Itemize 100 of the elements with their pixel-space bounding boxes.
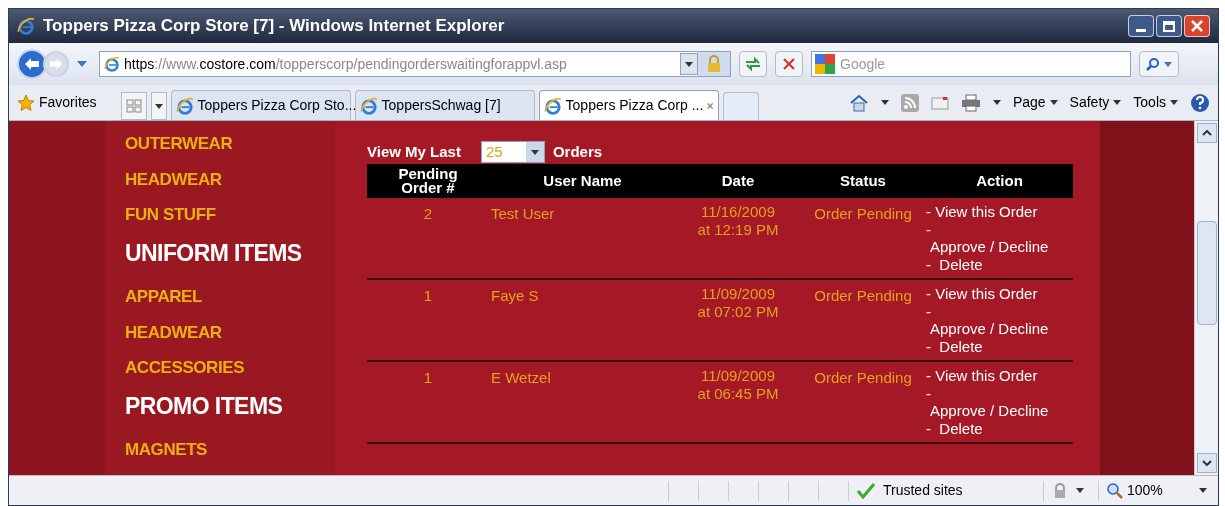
rss-feed-icon[interactable] <box>900 93 919 112</box>
sidebar-link[interactable]: HEADWEAR <box>125 166 335 192</box>
column-header: Status <box>839 171 887 191</box>
sidebar-heading: PROMO ITEMS <box>125 391 284 421</box>
table-cell: 11/09/2009 <box>701 285 775 303</box>
caret-icon <box>992 100 1001 105</box>
sidebar-link[interactable]: APPAREL <box>125 284 335 310</box>
scrollbar[interactable] <box>1194 121 1218 475</box>
maximize-button[interactable] <box>1156 15 1182 37</box>
table-cell: 11/16/2009 <box>701 203 775 221</box>
action-link[interactable]: - <box>926 384 931 402</box>
forward-arrow-icon <box>49 58 63 70</box>
caret-icon <box>154 103 163 109</box>
search-button[interactable] <box>1139 51 1179 77</box>
tab-list-button[interactable] <box>150 92 167 120</box>
action-link[interactable]: - Delete <box>926 337 983 355</box>
help-icon[interactable] <box>1190 92 1210 113</box>
action-link[interactable]: - View this Order <box>926 285 1038 303</box>
filter-label: Orders <box>552 141 603 162</box>
sidebar-link[interactable]: MAGNETS <box>125 437 335 463</box>
column-header: Pending Order # <box>397 164 459 198</box>
caret-icon <box>1199 488 1207 493</box>
action-link[interactable]: Approve / Decline <box>926 320 1049 338</box>
sidebar-link[interactable]: ACCESSORIES <box>125 355 335 381</box>
column-header: Date <box>720 171 756 191</box>
close-icon <box>1191 20 1203 32</box>
printer-icon[interactable] <box>960 93 981 112</box>
table-cell-text: Order Pending <box>814 286 912 306</box>
minimize-button[interactable] <box>1128 15 1154 37</box>
refresh-arrows-icon <box>745 57 761 71</box>
command-menu-button[interactable]: Tools <box>1133 92 1178 113</box>
action-link[interactable]: - <box>926 302 931 320</box>
sidebar-link[interactable]: HEADWEAR <box>125 319 335 345</box>
table-cell-text: 1 <box>423 368 433 388</box>
table-cell-text: Faye S <box>491 286 539 306</box>
caret-icon <box>1164 61 1172 67</box>
magnifier-icon <box>1107 482 1123 499</box>
star-icon <box>17 93 35 112</box>
table-cell-text: E Wetzel <box>491 368 551 388</box>
close-button[interactable] <box>1184 15 1210 37</box>
checkmark-icon <box>857 482 875 499</box>
back-button[interactable] <box>17 49 47 79</box>
ie-logo-icon <box>17 17 35 35</box>
ie-logo-icon <box>175 96 194 115</box>
ie-logo-icon <box>543 96 562 115</box>
command-menu-button[interactable]: Safety <box>1069 92 1122 113</box>
zoom-button[interactable]: 100% <box>1098 480 1188 501</box>
favorites-button[interactable]: Favorites <box>39 92 97 113</box>
tab-label: Toppers Pizza Corp ... <box>565 96 704 115</box>
back-arrow-icon <box>24 57 40 71</box>
column-header: User Name <box>542 171 623 191</box>
column-header: Action <box>975 171 1024 191</box>
mail-icon[interactable] <box>930 95 949 110</box>
action-link[interactable]: Approve / Decline <box>926 238 1049 256</box>
table-cell: at 07:02 PM <box>697 303 779 321</box>
url-text: https://www.costore.com/topperscorp/pendingorderswaitingforappvl.asp <box>124 54 567 74</box>
dropdown-arrow-icon[interactable] <box>77 61 87 67</box>
table-cell-text: 2 <box>423 204 433 224</box>
table-cell: at 06:45 PM <box>697 385 779 403</box>
sidebar-heading: UNIFORM ITEMS <box>125 238 303 268</box>
lock-icon[interactable] <box>1052 482 1068 499</box>
filter-label: View My Last <box>367 141 461 162</box>
search-field[interactable]: Google <box>811 51 1131 77</box>
stop-button[interactable] <box>775 51 803 77</box>
scrollbar-thumb[interactable] <box>1196 221 1217 325</box>
refresh-button[interactable] <box>739 51 767 77</box>
action-link[interactable]: - View this Order <box>926 367 1038 385</box>
caret-icon <box>1170 100 1178 105</box>
grid-icon <box>125 99 142 113</box>
close-icon <box>783 58 795 70</box>
table-cell: at 12:19 PM <box>697 221 779 239</box>
caret-icon <box>1113 100 1122 105</box>
tab-label: ToppersSchwag [7] <box>381 96 501 115</box>
ie-logo-icon <box>104 56 120 72</box>
ie-logo-icon <box>359 96 378 115</box>
browser-tab[interactable]: ToppersSchwag [7] <box>354 90 535 120</box>
window-title: Toppers Pizza Corp Store [7] - Windows Internet Explorer <box>43 15 505 38</box>
security-zone: Trusted sites <box>883 481 963 500</box>
caret-icon <box>880 100 889 105</box>
sidebar-link[interactable]: OUTERWEAR <box>125 131 335 157</box>
address-field[interactable]: https://www.costore.com/topperscorp/pendingorderswaitingforappvl.asp <box>99 51 731 77</box>
table-cell-text: Test User <box>491 204 555 224</box>
sidebar-link[interactable]: FUN STUFF <box>125 202 335 228</box>
browser-tab[interactable]: Toppers Pizza Corp ... <box>538 90 719 120</box>
address-dropdown-button[interactable] <box>680 53 698 75</box>
home-icon[interactable] <box>848 93 869 112</box>
caret-icon <box>1049 100 1058 105</box>
close-icon[interactable] <box>707 100 714 111</box>
table-cell: 11/09/2009 <box>701 367 775 385</box>
search-icon <box>1146 57 1160 71</box>
table-cell-text: 1 <box>423 286 433 306</box>
command-menu-button[interactable]: Page <box>1012 92 1058 113</box>
action-link[interactable]: - Delete <box>926 255 983 273</box>
table-cell-text: Order Pending <box>814 368 912 388</box>
google-logo-icon <box>815 54 835 74</box>
action-link[interactable]: - <box>926 220 931 238</box>
action-link[interactable]: - Delete <box>926 419 983 437</box>
action-link[interactable]: - View this Order <box>926 203 1038 221</box>
table-cell-text: Order Pending <box>814 204 912 224</box>
action-link[interactable]: Approve / Decline <box>926 402 1049 420</box>
